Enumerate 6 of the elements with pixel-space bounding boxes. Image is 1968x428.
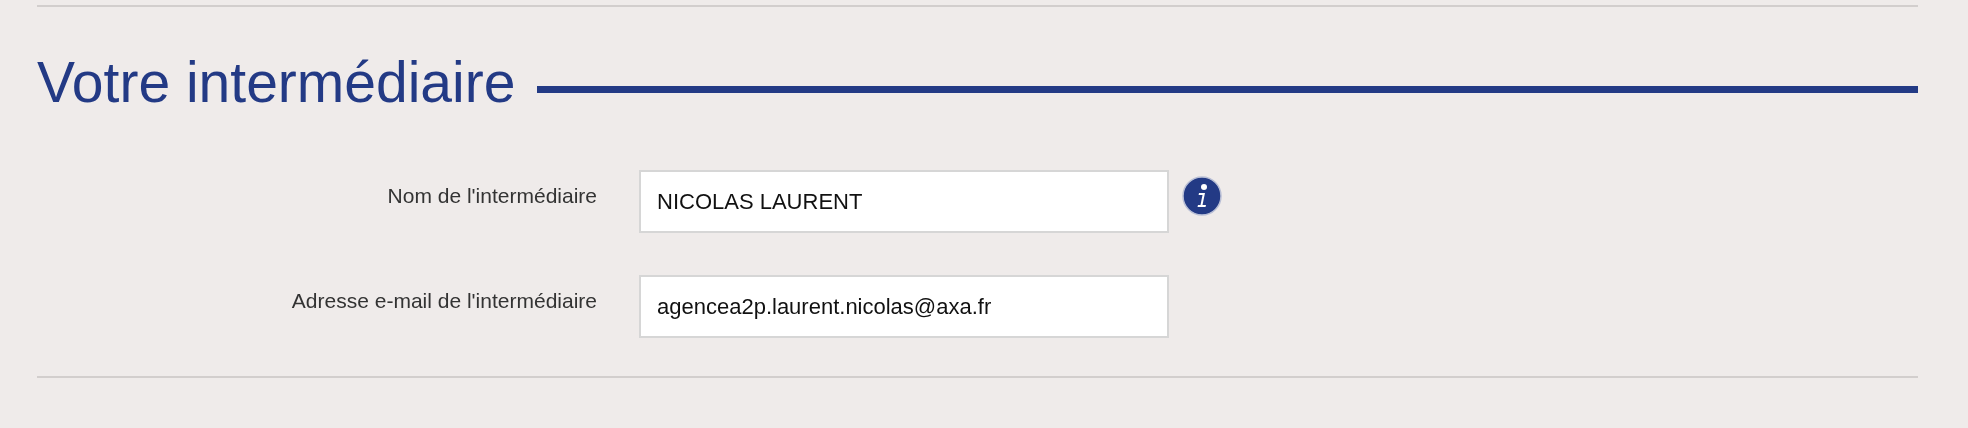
field-label: Adresse e-mail de l'intermédiaire bbox=[290, 287, 597, 314]
field-label: Nom de l'intermédiaire bbox=[386, 182, 597, 209]
section-title: Votre intermédiaire bbox=[37, 52, 516, 112]
text-field[interactable]: NICOLAS LAURENT bbox=[639, 170, 1169, 233]
info-icon[interactable] bbox=[1182, 175, 1222, 216]
text-field[interactable]: agencea2p.laurent.nicolas@axa.fr bbox=[639, 275, 1169, 338]
